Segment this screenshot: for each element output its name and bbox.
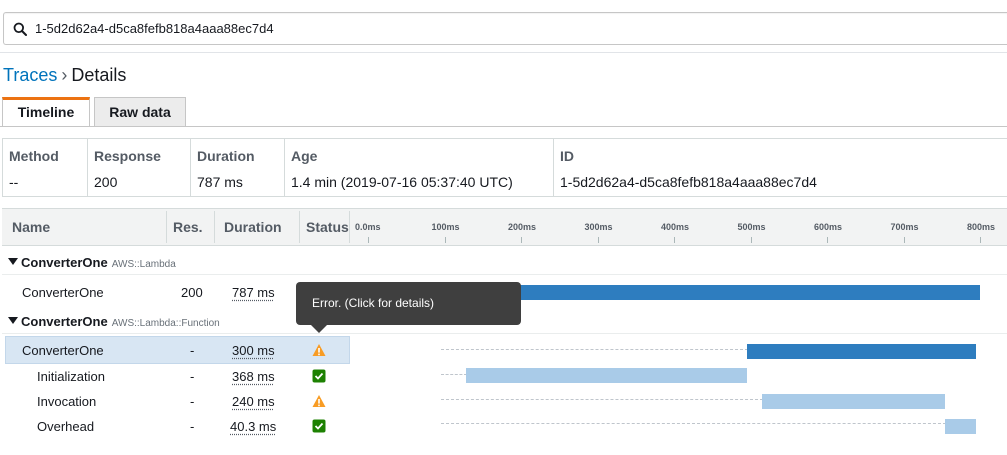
caret-down-icon[interactable] bbox=[8, 258, 18, 265]
row-res: 200 bbox=[181, 285, 203, 300]
axis-tick-mark bbox=[827, 237, 828, 243]
axis-tick-label: 200ms bbox=[508, 222, 537, 232]
group-type: AWS::Lambda bbox=[111, 259, 176, 270]
column-divider bbox=[299, 211, 300, 243]
summary-id-label: ID bbox=[560, 148, 574, 164]
column-divider bbox=[214, 211, 215, 243]
summary-duration-label: Duration bbox=[197, 148, 255, 164]
row-res: - bbox=[190, 394, 195, 409]
column-header-res[interactable]: Res. bbox=[173, 209, 203, 245]
row-res: - bbox=[190, 369, 195, 384]
breadcrumb-separator: › bbox=[61, 65, 68, 85]
timeline-bar-overhead[interactable] bbox=[945, 419, 976, 434]
warning-icon[interactable] bbox=[312, 394, 326, 408]
summary-response-value: 200 bbox=[94, 174, 118, 190]
breadcrumb-traces-link[interactable]: Traces bbox=[3, 65, 57, 85]
summary-duration: Duration 787 ms bbox=[191, 139, 285, 196]
axis-tick-mark bbox=[750, 237, 752, 243]
timeline-bar-converterone[interactable] bbox=[520, 285, 980, 300]
summary-method: Method -- bbox=[3, 139, 88, 196]
table-row[interactable]: Overhead - 40.3 ms bbox=[2, 414, 1007, 439]
axis-tick-mark bbox=[980, 237, 981, 243]
axis-tick-mark bbox=[368, 237, 369, 243]
row-duration[interactable]: 240 ms bbox=[232, 394, 275, 409]
search-input[interactable]: 1-5d2d62a4-d5ca8fefb818a4aaa88ec7d4 bbox=[3, 12, 1007, 45]
summary-method-label: Method bbox=[9, 148, 59, 164]
error-tooltip[interactable]: Error. (Click for details) bbox=[296, 282, 521, 333]
check-icon bbox=[312, 419, 326, 433]
axis-tick-mark bbox=[674, 237, 675, 243]
axis-tick-label: 300ms bbox=[584, 222, 613, 232]
timeline-connector bbox=[441, 399, 763, 400]
row-name: Overhead bbox=[37, 419, 95, 434]
timeline-connector bbox=[441, 374, 467, 375]
summary-method-value: -- bbox=[9, 174, 19, 190]
divider bbox=[0, 52, 1007, 53]
row-name: ConverterOne bbox=[22, 285, 104, 300]
axis-tick-label: 800ms bbox=[967, 222, 996, 232]
group-name-text: ConverterOne bbox=[21, 314, 108, 329]
axis-tick-label: 0.0ms bbox=[355, 222, 381, 232]
axis-tick-label: 100ms bbox=[431, 222, 460, 232]
summary-id: ID 1-5d2d62a4-d5ca8fefb818a4aaa88ec7d4 bbox=[554, 139, 1007, 196]
axis-tick-mark bbox=[521, 237, 522, 243]
tooltip-arrow bbox=[311, 325, 327, 333]
summary-id-value: 1-5d2d62a4-d5ca8fefb818a4aaa88ec7d4 bbox=[560, 174, 817, 190]
tab-timeline[interactable]: Timeline bbox=[2, 97, 90, 127]
tab-raw-data[interactable]: Raw data bbox=[94, 97, 186, 127]
row-duration[interactable]: 368 ms bbox=[232, 369, 275, 384]
summary-duration-value: 787 ms bbox=[197, 174, 243, 190]
timeline-bar-converterone-function[interactable] bbox=[747, 344, 976, 359]
timeline-connector bbox=[441, 423, 946, 424]
axis-tick-mark bbox=[597, 237, 599, 243]
group-type: AWS::Lambda::Function bbox=[111, 318, 220, 329]
axis-tick-mark bbox=[444, 237, 446, 243]
axis-tick-label: 500ms bbox=[737, 222, 766, 232]
trace-summary: Method -- Response 200 Duration 787 ms A… bbox=[2, 138, 1007, 197]
axis-tick-label: 700ms bbox=[890, 222, 919, 232]
tooltip-text: Error. (Click for details) bbox=[312, 296, 435, 310]
row-name: Initialization bbox=[37, 369, 105, 384]
axis-tick-label: 600ms bbox=[814, 222, 843, 232]
group-name: ConverterOne AWS::Lambda::Function bbox=[21, 314, 220, 329]
warning-icon[interactable] bbox=[312, 343, 326, 357]
caret-down-icon[interactable] bbox=[8, 317, 18, 324]
timeline-bar-invocation[interactable] bbox=[762, 394, 945, 409]
breadcrumb: Traces › Details bbox=[3, 64, 126, 86]
column-divider bbox=[349, 211, 350, 243]
page-title: Details bbox=[71, 65, 127, 85]
summary-response-label: Response bbox=[94, 148, 161, 164]
summary-age-label: Age bbox=[291, 148, 318, 164]
row-duration[interactable]: 40.3 ms bbox=[230, 419, 276, 434]
row-res: - bbox=[190, 419, 195, 434]
row-name: ConverterOne bbox=[22, 343, 104, 358]
summary-age-value: 1.4 min (2019-07-16 05:37:40 UTC) bbox=[291, 174, 513, 190]
group-name: ConverterOne AWS::Lambda bbox=[21, 255, 176, 270]
row-res: - bbox=[190, 343, 195, 358]
check-icon bbox=[312, 369, 326, 383]
column-header-duration[interactable]: Duration bbox=[224, 209, 282, 245]
group-row[interactable]: ConverterOne AWS::Lambda bbox=[2, 251, 1007, 275]
group-name-text: ConverterOne bbox=[21, 255, 108, 270]
search-icon bbox=[13, 22, 27, 36]
trace-details-page: 1-5d2d62a4-d5ca8fefb818a4aaa88ec7d4 Trac… bbox=[0, 0, 1007, 455]
column-divider bbox=[166, 211, 167, 243]
search-value: 1-5d2d62a4-d5ca8fefb818a4aaa88ec7d4 bbox=[35, 21, 274, 36]
tabs-divider bbox=[0, 126, 1007, 127]
column-header-status[interactable]: Status bbox=[306, 209, 349, 245]
axis-tick-label: 400ms bbox=[661, 222, 690, 232]
timeline-connector bbox=[441, 349, 748, 350]
summary-age: Age 1.4 min (2019-07-16 05:37:40 UTC) bbox=[285, 139, 554, 196]
summary-response: Response 200 bbox=[88, 139, 191, 196]
axis-tick-mark bbox=[903, 237, 905, 243]
row-duration[interactable]: 787 ms bbox=[232, 285, 275, 300]
row-name: Invocation bbox=[37, 394, 97, 409]
timeline-table-header: Name Res. Duration Status 0.0ms 100ms 200m… bbox=[2, 208, 1007, 246]
row-duration[interactable]: 300 ms bbox=[232, 343, 275, 358]
column-header-name[interactable]: Name bbox=[12, 209, 50, 245]
timeline-bar-initialization[interactable] bbox=[466, 368, 747, 383]
